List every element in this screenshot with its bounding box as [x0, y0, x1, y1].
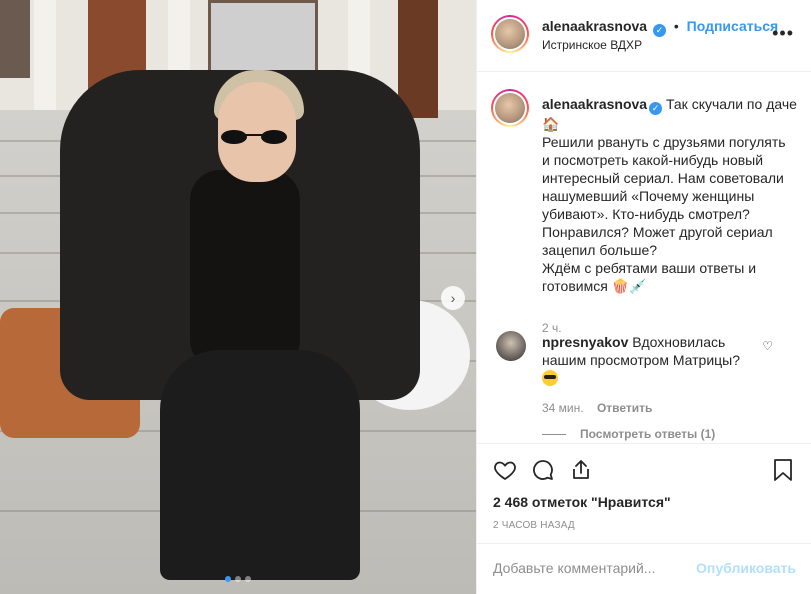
location-link[interactable]: Истринское ВДХР — [542, 38, 642, 52]
carousel-dot — [235, 576, 241, 582]
post-header: alenaakrasnova ✓ • Подписаться Истринско… — [477, 0, 811, 72]
author-avatar[interactable] — [491, 15, 529, 53]
more-horizontal-icon[interactable]: ••• — [772, 24, 794, 42]
header-name-line: alenaakrasnova ✓ • Подписаться — [542, 18, 778, 37]
comment-meta: 34 мин. Ответить — [542, 401, 652, 415]
background-column — [34, 0, 56, 110]
caption-text: Так скучали по даче 🏠 Решили рвануть с д… — [542, 96, 797, 294]
caption-text-block: alenaakrasnova ✓ Так скучали по даче 🏠 Ре… — [542, 95, 797, 295]
commenter-avatar[interactable] — [496, 331, 526, 361]
reply-button[interactable]: Ответить — [597, 401, 652, 415]
share-icon[interactable] — [569, 458, 593, 482]
follow-button[interactable]: Подписаться — [687, 18, 779, 34]
comment-like-heart-icon[interactable]: ♡ — [762, 339, 773, 353]
black-top — [190, 170, 300, 370]
sunglasses-emoji-icon — [542, 370, 558, 386]
view-replies-button[interactable]: Посмотреть ответы (1) — [542, 427, 715, 441]
heart-icon[interactable] — [493, 458, 517, 482]
caption-username-link[interactable]: alenaakrasnova — [542, 96, 647, 112]
replies-line-icon — [542, 434, 566, 436]
view-replies-label: Посмотреть ответы (1) — [580, 427, 716, 441]
comment-timestamp[interactable]: 34 мин. — [542, 401, 584, 415]
carousel-next-button[interactable]: › — [441, 286, 465, 310]
likes-count[interactable]: 2 468 отметок "Нравится" — [493, 494, 671, 510]
black-jeans — [160, 350, 360, 580]
publish-button[interactable]: Опубликовать — [696, 560, 796, 576]
background-door — [398, 0, 438, 118]
caption-author-avatar[interactable] — [491, 89, 529, 127]
sunglasses — [221, 130, 287, 144]
post-actions: 2 468 отметок "Нравится" 2 ЧАСОВ НАЗАД — [477, 443, 811, 543]
commenter-username-link[interactable]: npresnyakov — [542, 334, 628, 350]
add-comment-bar: Опубликовать — [477, 543, 811, 594]
bookmark-icon[interactable] — [772, 458, 794, 482]
background-window — [0, 0, 30, 78]
verified-badge-icon: ✓ — [652, 24, 666, 37]
comment-text-block: npresnyakov Вдохновилась нашим просмотро… — [542, 333, 772, 387]
post-photo[interactable]: › — [0, 0, 476, 594]
comment-input[interactable] — [493, 560, 693, 576]
separator-dot: • — [673, 18, 679, 34]
verified-badge-icon: ✓ — [649, 102, 663, 115]
comments-area[interactable]: alenaakrasnova ✓ Так скучали по даче 🏠 Ре… — [477, 73, 811, 443]
carousel-indicator — [0, 576, 476, 582]
post-side-panel: alenaakrasnova ✓ • Подписаться Истринско… — [476, 0, 811, 594]
post-timestamp[interactable]: 2 ЧАСОВ НАЗАД — [493, 520, 575, 531]
carousel-dot — [225, 576, 231, 582]
author-username-link[interactable]: alenaakrasnova — [542, 18, 647, 34]
carousel-dot — [245, 576, 251, 582]
chevron-right-icon: › — [450, 290, 456, 306]
action-icons — [493, 458, 593, 482]
comment-bubble-icon[interactable] — [531, 458, 555, 482]
